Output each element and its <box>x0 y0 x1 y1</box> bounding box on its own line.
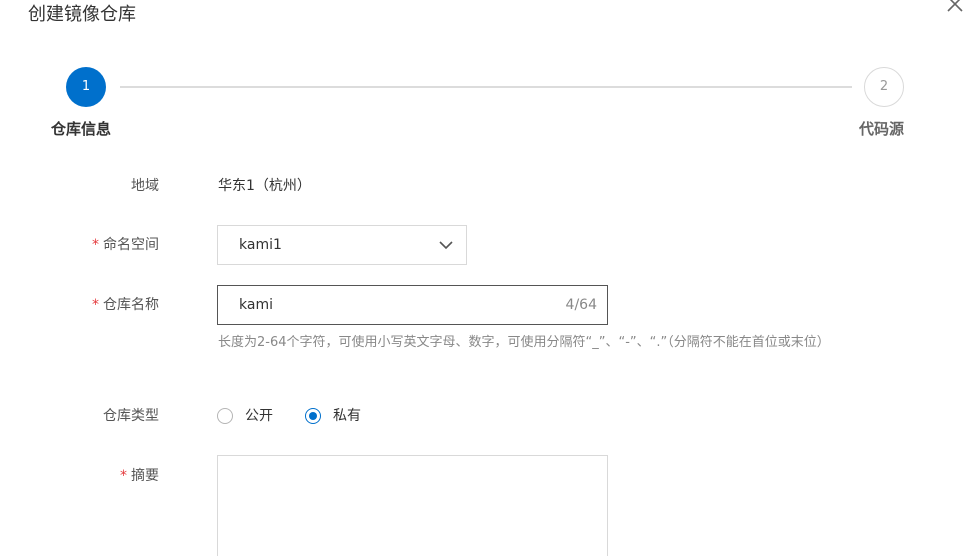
region-value: 华东1（杭州） <box>218 178 311 194</box>
step-connector <box>120 86 852 88</box>
namespace-select-value: kami1 <box>239 237 282 253</box>
create-repo-dialog: 创建镜像仓库 1 2 仓库信息 代码源 地域 华东1（杭州） * 命名空间 kam… <box>0 0 965 556</box>
radio-private-label: 私有 <box>333 408 361 424</box>
step-2-title: 代码源 <box>859 120 905 138</box>
close-icon[interactable] <box>945 0 965 14</box>
radio-public-circle[interactable] <box>217 408 233 424</box>
char-counter: 4/64 <box>565 297 597 313</box>
required-mark: * <box>92 297 99 313</box>
repo-name-label: * 仓库名称 <box>92 297 159 313</box>
required-mark: * <box>120 468 127 484</box>
repo-name-input-value: kami <box>239 297 273 313</box>
step-1-indicator: 1 <box>66 67 106 107</box>
step-2-indicator: 2 <box>864 67 904 107</box>
repo-name-helper: 长度为2-64个字符，可使用小写英文字母、数字，可使用分隔符“_”、“-”、“.… <box>218 335 830 350</box>
radio-public-label: 公开 <box>245 408 273 424</box>
namespace-label: * 命名空间 <box>92 237 159 253</box>
required-mark: * <box>92 237 99 253</box>
radio-private[interactable]: 私有 <box>305 407 361 425</box>
step-1-title: 仓库信息 <box>51 120 112 138</box>
region-label: 地域 <box>131 178 159 194</box>
namespace-select[interactable]: kami1 <box>217 225 467 265</box>
radio-public[interactable]: 公开 <box>217 407 273 425</box>
repo-type-label: 仓库类型 <box>103 408 159 424</box>
repo-name-input[interactable]: kami 4/64 <box>217 285 608 325</box>
radio-private-circle[interactable] <box>305 408 321 424</box>
summary-textarea[interactable] <box>217 455 608 556</box>
summary-label: * 摘要 <box>120 468 159 484</box>
dialog-title: 创建镜像仓库 <box>28 4 136 25</box>
chevron-down-icon <box>439 241 453 250</box>
